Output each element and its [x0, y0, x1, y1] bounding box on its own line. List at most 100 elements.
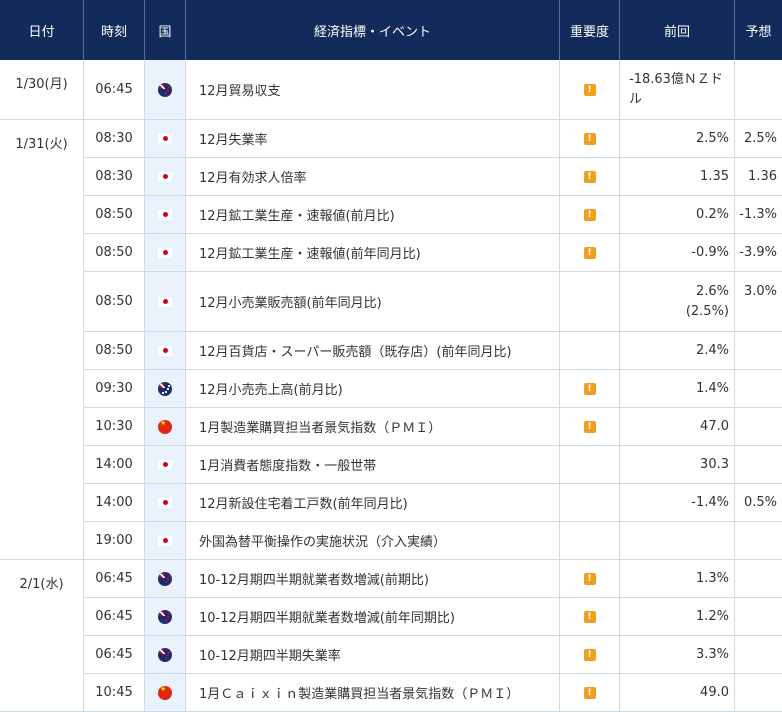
- forecast-cell: -3.9%: [735, 234, 782, 271]
- table-row: 08:50 12月鉱工業生産・速報値(前年同月比)! -0.9% -3.9%: [0, 234, 782, 272]
- time-text: 14:00: [95, 457, 133, 472]
- forecast-cell: [735, 598, 782, 635]
- time-cell: 06:45: [84, 598, 145, 635]
- forecast-cell: [735, 60, 782, 119]
- date-cell: [0, 234, 84, 272]
- time-cell: 06:45: [84, 60, 145, 119]
- previous-value: -1.4%: [691, 495, 729, 510]
- event-text: 10-12月期四半期失業率: [199, 649, 341, 664]
- importance-cell: !: [560, 674, 620, 711]
- time-cell: 06:45: [84, 560, 145, 597]
- header-time: 時刻: [84, 0, 145, 60]
- jp-flag-icon: [158, 133, 172, 144]
- country-cell: [145, 674, 186, 711]
- nz-flag-icon: [158, 82, 172, 97]
- time-cell: 09:30: [84, 370, 145, 407]
- event-cell: 1月製造業購買担当者景気指数（ＰＭＩ）: [186, 408, 560, 445]
- date-cell: [0, 484, 84, 522]
- event-text: 外国為替平衡操作の実施状況（介入実績）: [199, 535, 447, 550]
- previous-value: 3.3%: [695, 647, 729, 662]
- date-cell: [0, 158, 84, 196]
- event-text: 1月製造業購買担当者景気指数（ＰＭＩ）: [199, 421, 442, 436]
- country-cell: [145, 636, 186, 673]
- country-cell: [145, 370, 186, 407]
- previous-cell: -1.4%: [620, 484, 735, 521]
- previous-cell: 1.4%: [620, 370, 735, 407]
- forecast-value: 1.36: [748, 169, 777, 184]
- importance-cell: [560, 522, 620, 559]
- importance-cell: !: [560, 234, 620, 271]
- previous-value: 0.2%: [695, 207, 729, 222]
- event-text: 12月鉱工業生産・速報値(前年同月比): [199, 247, 421, 262]
- jp-flag-icon: [158, 345, 172, 356]
- table-row: 06:45 10-12月期四半期失業率! 3.3%: [0, 636, 782, 674]
- importance-cell: !: [560, 60, 620, 119]
- previous-cell: 0.2%: [620, 196, 735, 233]
- time-cell: 14:00: [84, 484, 145, 521]
- country-cell: [145, 560, 186, 597]
- event-cell: 10-12月期四半期失業率: [186, 636, 560, 673]
- importance-icon: !: [583, 83, 596, 96]
- cn-flag-icon: [158, 685, 172, 700]
- importance-cell: !: [560, 120, 620, 157]
- date-cell: [0, 408, 84, 446]
- time-text: 08:50: [95, 245, 133, 260]
- date-text: 1/31(火): [15, 137, 68, 152]
- previous-cell: 1.3%: [620, 560, 735, 597]
- time-cell: 08:30: [84, 158, 145, 195]
- event-text: 12月小売業販売額(前年同月比): [199, 296, 382, 311]
- forecast-cell: 0.5%: [735, 484, 782, 521]
- country-cell: [145, 196, 186, 233]
- time-cell: 08:50: [84, 196, 145, 233]
- event-text: 12月小売売上高(前月比): [199, 383, 343, 398]
- forecast-value: 2.5%: [743, 131, 777, 146]
- forecast-cell: [735, 522, 782, 559]
- nz-flag-icon: [158, 571, 172, 586]
- event-cell: 12月新設住宅着工戸数(前年同月比): [186, 484, 560, 521]
- previous-value: 2.5%: [695, 131, 729, 146]
- previous-value: 1.35: [700, 169, 729, 184]
- importance-cell: [560, 484, 620, 521]
- previous-cell: 30.3: [620, 446, 735, 483]
- forecast-cell: [735, 446, 782, 483]
- table-row: 1/31(火) 08:30 12月失業率! 2.5% 2.5%: [0, 120, 782, 158]
- previous-cell: 1.2%: [620, 598, 735, 635]
- table-row: 09:30 12月小売売上高(前月比)! 1.4%: [0, 370, 782, 408]
- forecast-cell: [735, 560, 782, 597]
- country-cell: [145, 484, 186, 521]
- table-row: 10:30 1月製造業購買担当者景気指数（ＰＭＩ）! 47.0: [0, 408, 782, 446]
- event-cell: 12月小売業販売額(前年同月比): [186, 272, 560, 331]
- event-cell: 12月鉱工業生産・速報値(前年同月比): [186, 234, 560, 271]
- header-previous: 前回: [620, 0, 735, 60]
- forecast-value: 3.0%: [743, 284, 777, 299]
- date-cell: [0, 522, 84, 559]
- time-text: 08:30: [95, 169, 133, 184]
- time-text: 19:00: [95, 533, 133, 548]
- table-row: 08:50 12月鉱工業生産・速報値(前月比)! 0.2% -1.3%: [0, 196, 782, 234]
- time-text: 08:50: [95, 343, 133, 358]
- date-cell: [0, 332, 84, 370]
- date-cell: 2/1(水): [0, 560, 84, 598]
- date-cell: 1/31(火): [0, 120, 84, 158]
- forecast-cell: [735, 636, 782, 673]
- time-text: 09:30: [95, 381, 133, 396]
- header-country: 国: [145, 0, 186, 60]
- importance-cell: !: [560, 408, 620, 445]
- event-cell: 12月失業率: [186, 120, 560, 157]
- previous-cell: [620, 522, 735, 559]
- importance-cell: !: [560, 370, 620, 407]
- forecast-cell: 1.36: [735, 158, 782, 195]
- forecast-value: -3.9%: [739, 245, 777, 260]
- previous-cell: 2.5%: [620, 120, 735, 157]
- time-text: 08:30: [95, 131, 133, 146]
- country-cell: [145, 60, 186, 119]
- previous-cell: 2.4%: [620, 332, 735, 369]
- date-text: 1/30(月): [15, 77, 68, 92]
- importance-icon: !: [583, 686, 596, 699]
- date-text: 2/1(水): [19, 577, 64, 592]
- importance-icon: !: [583, 170, 596, 183]
- event-cell: 12月小売売上高(前月比): [186, 370, 560, 407]
- jp-flag-icon: [158, 459, 172, 470]
- event-text: 12月新設住宅着工戸数(前年同月比): [199, 497, 408, 512]
- previous-value: -0.9%: [691, 245, 729, 260]
